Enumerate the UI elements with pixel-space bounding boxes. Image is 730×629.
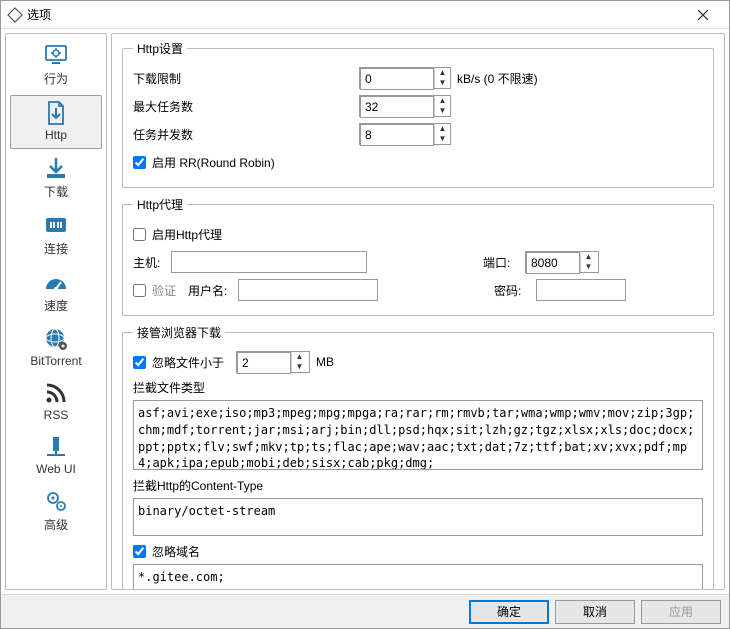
sidebar-item-http[interactable]: Http [10, 95, 102, 149]
ignore-domain-checkbox[interactable] [133, 545, 146, 558]
sidebar: 行为 Http 下载 连接 速度 [5, 33, 107, 590]
browser-capture-legend: 接管浏览器下载 [133, 324, 225, 341]
max-tasks-label: 最大任务数 [133, 98, 353, 115]
spin-up-icon[interactable]: ▲ [435, 96, 450, 106]
sidebar-item-label: RSS [44, 408, 69, 422]
title-bar: 选项 [1, 1, 729, 29]
proxy-pass-input[interactable] [536, 279, 626, 301]
ignore-size-spinner[interactable]: ▲▼ [236, 351, 310, 373]
sidebar-item-bittorrent[interactable]: BitTorrent [10, 322, 102, 374]
dl-limit-unit: kB/s (0 不限速) [457, 70, 538, 87]
close-icon [698, 10, 708, 20]
proxy-host-input[interactable] [171, 251, 367, 273]
enable-rr-label: 启用 RR(Round Robin) [152, 154, 275, 171]
dl-limit-input[interactable] [360, 68, 434, 90]
main-panel: Http设置 下载限制 ▲▼ kB/s (0 不限速) 最大任务数 ▲▼ 任务并… [111, 33, 725, 590]
download-icon [43, 155, 69, 181]
download-file-icon [43, 100, 69, 126]
proxy-port-input[interactable] [526, 252, 580, 274]
spin-up-icon[interactable]: ▲ [435, 124, 450, 134]
sidebar-item-download[interactable]: 下载 [10, 151, 102, 206]
proxy-host-label: 主机: [133, 254, 165, 271]
ignore-size-label: 忽略文件小于 [152, 354, 224, 371]
file-types-label: 拦截文件类型 [133, 379, 205, 396]
sidebar-item-webui[interactable]: Web UI [10, 430, 102, 482]
ethernet-icon [43, 212, 69, 238]
globe-gear-icon [43, 326, 69, 352]
sidebar-item-label: BitTorrent [30, 354, 81, 368]
sidebar-item-label: 连接 [44, 240, 68, 257]
sidebar-item-label: 下载 [44, 183, 68, 200]
ignore-size-unit: MB [316, 355, 334, 369]
enable-rr-checkbox[interactable] [133, 156, 146, 169]
task-threads-input[interactable] [360, 124, 434, 146]
browser-capture-group: 接管浏览器下载 忽略文件小于 ▲▼ MB 拦截文件类型 拦截Http的Conte… [122, 324, 714, 590]
content-type-label: 拦截Http的Content-Type [133, 477, 263, 494]
spin-up-icon[interactable]: ▲ [435, 68, 450, 78]
proxy-verify-label: 验证 [152, 282, 176, 299]
spin-up-icon[interactable]: ▲ [292, 352, 307, 362]
proxy-user-input[interactable] [238, 279, 378, 301]
ignore-size-checkbox[interactable] [133, 356, 146, 369]
proxy-pass-label: 密码: [494, 282, 530, 299]
sidebar-item-label: Http [45, 128, 67, 142]
sidebar-item-behavior[interactable]: 行为 [10, 38, 102, 93]
rss-icon [43, 380, 69, 406]
sidebar-item-label: 速度 [44, 297, 68, 314]
spin-down-icon[interactable]: ▼ [292, 362, 307, 372]
http-settings-legend: Http设置 [133, 40, 187, 57]
max-tasks-spinner[interactable]: ▲▼ [359, 95, 451, 117]
server-icon [43, 434, 69, 460]
max-tasks-input[interactable] [360, 96, 434, 118]
sidebar-item-advanced[interactable]: 高级 [10, 484, 102, 539]
enable-proxy-label: 启用Http代理 [152, 226, 222, 243]
ignore-size-input[interactable] [237, 352, 291, 374]
sidebar-item-label: 高级 [44, 516, 68, 533]
sidebar-item-rss[interactable]: RSS [10, 376, 102, 428]
spin-down-icon[interactable]: ▼ [435, 134, 450, 144]
task-threads-label: 任务并发数 [133, 126, 353, 143]
app-icon [7, 7, 23, 23]
proxy-port-label: 端口: [483, 254, 519, 271]
proxy-user-label: 用户名: [188, 282, 232, 299]
sidebar-item-label: 行为 [44, 70, 68, 87]
cogs-icon [43, 488, 69, 514]
spin-up-icon[interactable]: ▲ [581, 252, 596, 262]
task-threads-spinner[interactable]: ▲▼ [359, 123, 451, 145]
proxy-verify-checkbox[interactable] [133, 284, 146, 297]
spin-down-icon[interactable]: ▼ [435, 106, 450, 116]
http-proxy-group: Http代理 启用Http代理 主机: 端口: ▲▼ 验证 用户名: 密码: [122, 196, 714, 316]
sidebar-item-speed[interactable]: 速度 [10, 265, 102, 320]
apply-button[interactable]: 应用 [641, 600, 721, 624]
dialog-footer: 确定 取消 应用 [1, 594, 729, 628]
cancel-button[interactable]: 取消 [555, 600, 635, 624]
close-button[interactable] [683, 1, 723, 29]
gauge-icon [43, 269, 69, 295]
sidebar-item-label: Web UI [36, 462, 76, 476]
window-title: 选项 [27, 6, 683, 23]
spin-down-icon[interactable]: ▼ [435, 78, 450, 88]
file-types-textarea[interactable] [133, 400, 703, 470]
dl-limit-label: 下载限制 [133, 70, 353, 87]
spin-down-icon[interactable]: ▼ [581, 262, 596, 272]
content-type-textarea[interactable] [133, 498, 703, 536]
sidebar-item-connection[interactable]: 连接 [10, 208, 102, 263]
dl-limit-spinner[interactable]: ▲▼ [359, 67, 451, 89]
http-proxy-legend: Http代理 [133, 196, 187, 213]
http-settings-group: Http设置 下载限制 ▲▼ kB/s (0 不限速) 最大任务数 ▲▼ 任务并… [122, 40, 714, 188]
ignore-domain-textarea[interactable] [133, 564, 703, 590]
proxy-port-spinner[interactable]: ▲▼ [525, 251, 599, 273]
ignore-domain-label: 忽略域名 [152, 543, 200, 560]
ok-button[interactable]: 确定 [469, 600, 549, 624]
gear-monitor-icon [43, 42, 69, 68]
enable-proxy-checkbox[interactable] [133, 228, 146, 241]
